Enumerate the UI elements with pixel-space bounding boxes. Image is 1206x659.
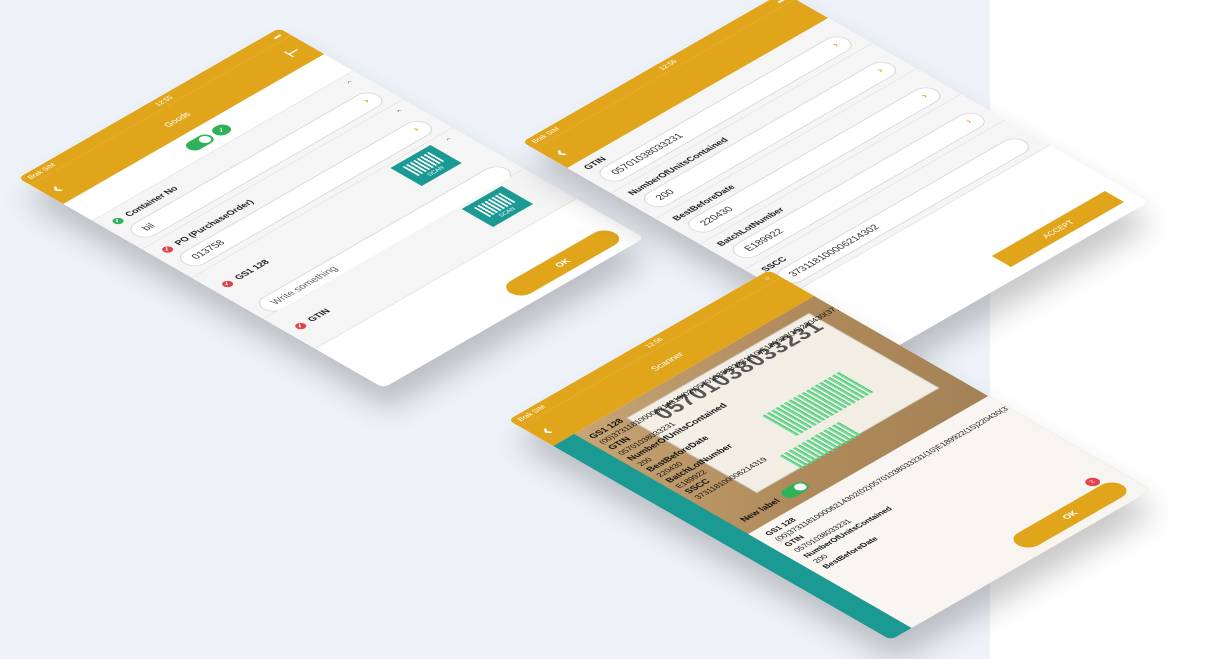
field-value: 013758 [188, 238, 228, 261]
accept-button[interactable]: ACCEPT [991, 191, 1125, 267]
screen-title: Goods [161, 110, 194, 129]
chevron-right-icon: › [962, 118, 976, 126]
chevron-right-icon: › [360, 97, 373, 105]
status-ok-icon: ✓ [109, 216, 126, 226]
back-chevron-icon[interactable]: ‹ [548, 146, 574, 161]
field-value: 220430 [697, 205, 736, 228]
status-error-icon: ✓ [292, 321, 309, 331]
field-value: bil [139, 221, 158, 233]
check-icon: ✓ [208, 122, 235, 138]
field-value: 200 [652, 187, 678, 202]
chevron-right-icon: › [829, 41, 843, 49]
chevron-right-icon: › [918, 92, 931, 100]
screen-title: Scanner [648, 350, 687, 373]
flashlight-icon[interactable]: ☼ [761, 275, 773, 282]
chevron-right-icon: › [410, 126, 423, 134]
battery-icon: ▬ [774, 0, 787, 4]
toggle-switch[interactable] [181, 132, 217, 153]
status-error-icon: ✓ [219, 279, 236, 289]
back-chevron-icon[interactable]: ‹ [534, 424, 560, 439]
status-error-icon: ✓ [159, 244, 176, 254]
new-label-toggle[interactable] [777, 480, 813, 501]
chevron-right-icon: › [874, 67, 887, 75]
battery-icon: ▬ [270, 32, 283, 40]
forklift-icon[interactable]: ⊢ [281, 45, 306, 60]
back-chevron-icon[interactable]: ‹ [44, 182, 70, 197]
section-label: GS1 128 [232, 258, 272, 281]
section-label: GTIN [305, 307, 333, 323]
